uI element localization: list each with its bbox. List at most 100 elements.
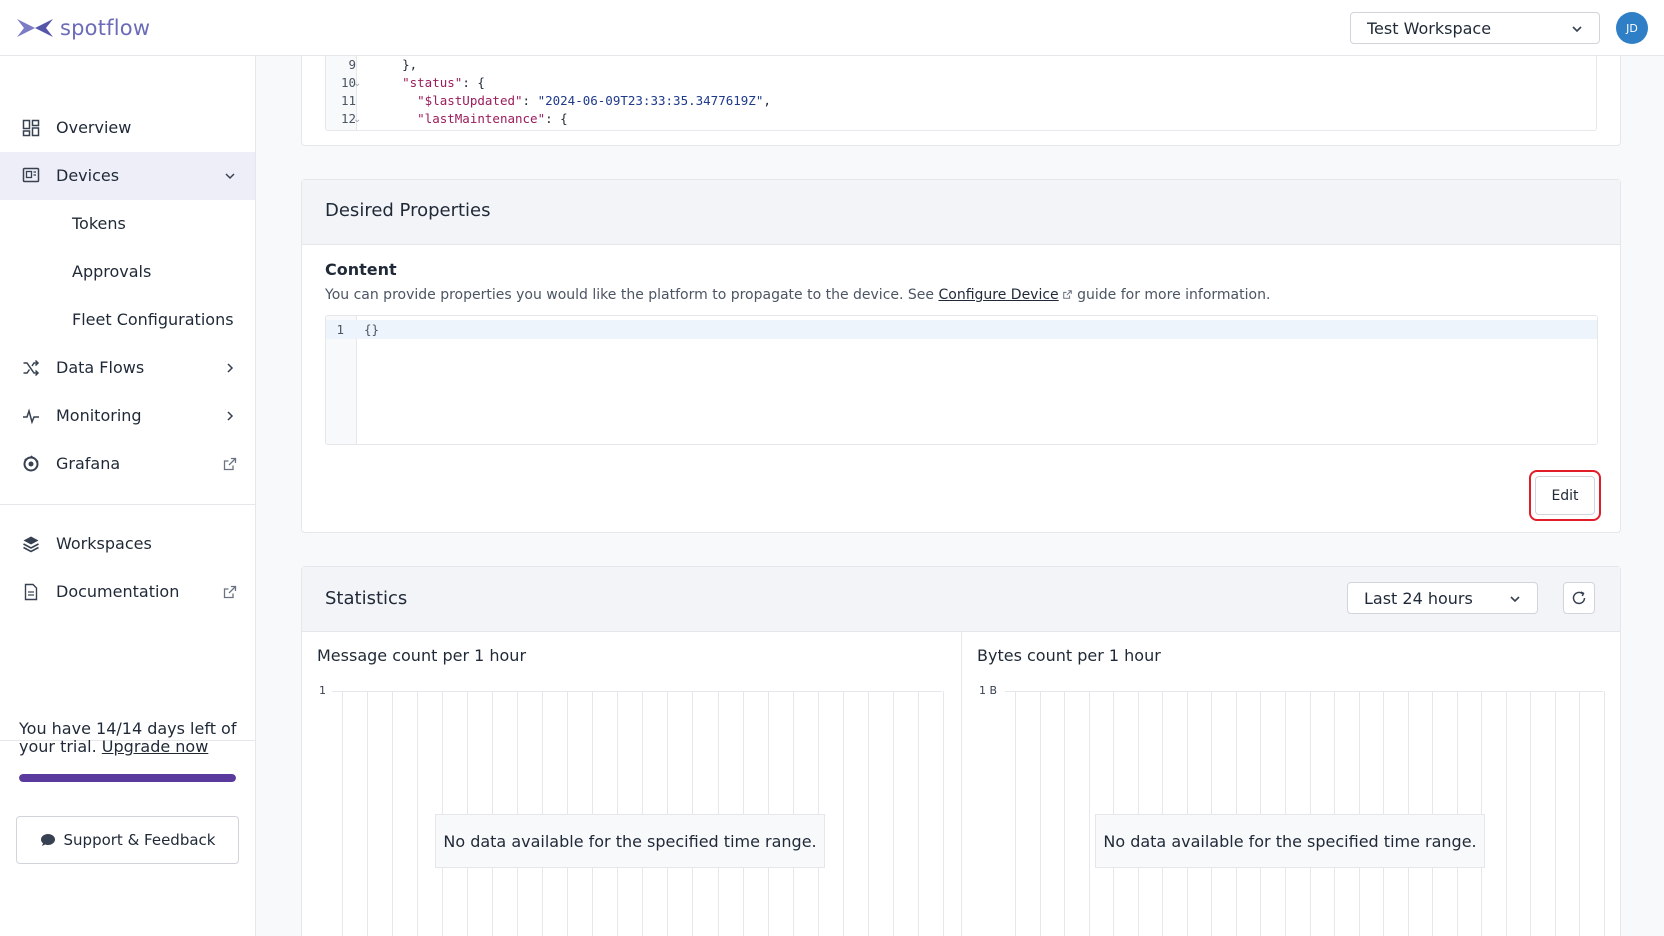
statistics-card: Statistics [301, 566, 1621, 936]
layers-icon [23, 536, 39, 553]
chat-bubble-icon [40, 834, 55, 846]
sidebar-subitem-approvals[interactable]: Approvals [72, 262, 151, 281]
no-data-message: No data available for the specified time… [435, 814, 825, 868]
code-line: }, [372, 57, 418, 72]
chart-gridline-horizontal [332, 691, 942, 692]
chart-gridline-vertical [392, 691, 394, 936]
chart-title-message-count: Message count per 1 hour [317, 646, 527, 665]
chevron-down-icon [1572, 26, 1582, 33]
spotflow-logo-icon [17, 19, 53, 37]
line-number: 9 [348, 57, 356, 72]
sidebar: Overview Devices Tokens Approvals Fleet … [0, 56, 256, 936]
shuffle-icon [23, 359, 40, 377]
line-number: 10 [340, 75, 356, 90]
sidebar-item-devices[interactable]: Devices [0, 152, 255, 200]
grafana-icon [23, 455, 39, 472]
chart-gridline-vertical [942, 691, 944, 936]
refresh-icon [1572, 591, 1586, 605]
sidebar-subitem-tokens[interactable]: Tokens [72, 214, 126, 233]
external-link-icon [223, 585, 237, 599]
chart-gridline-vertical [1505, 691, 1507, 936]
chart-gridline-vertical [1039, 691, 1041, 936]
upgrade-link[interactable]: Upgrade now [102, 737, 209, 756]
sidebar-item-workspaces[interactable]: Workspaces [0, 520, 255, 568]
chart-title-bytes-count: Bytes count per 1 hour [977, 646, 1161, 665]
help-text: You can provide properties you would lik… [325, 287, 1270, 303]
spotflow-logo[interactable]: spotflow [16, 14, 150, 42]
chevron-down-icon [1510, 596, 1520, 603]
external-link-icon [223, 457, 237, 471]
sidebar-item-data-flows[interactable]: Data Flows [0, 344, 255, 392]
configure-device-link[interactable]: Configure Device [938, 287, 1058, 303]
desired-code-editor[interactable]: 1 {} [325, 315, 1598, 445]
sidebar-item-overview[interactable]: Overview [0, 104, 255, 152]
chart-gridline-vertical [1554, 691, 1556, 936]
document-icon [24, 583, 38, 601]
statistics-title: Statistics [325, 588, 408, 609]
help-text-after: guide for more information. [1072, 287, 1271, 303]
sidebar-subitem-fleet-configurations[interactable]: Fleet Configurations [72, 310, 234, 329]
chart-gridline-vertical [1579, 691, 1581, 936]
code-line: "lastMaintenance": { [417, 111, 568, 126]
chart-gridline-vertical [1604, 691, 1606, 936]
sidebar-item-label: Documentation [56, 582, 180, 601]
support-label: Support & Feedback [63, 831, 216, 849]
chart-gridline-vertical [917, 691, 919, 936]
time-range-select[interactable]: Last 24 hours [1347, 582, 1538, 614]
sidebar-item-label: Data Flows [56, 358, 145, 377]
sidebar-item-label: Workspaces [56, 534, 152, 553]
sidebar-item-label: Grafana [56, 454, 121, 473]
edit-button[interactable]: Edit [1535, 476, 1595, 515]
trial-notice: You have 14/14 days left of your trial. … [19, 720, 244, 756]
line-number: 11 [340, 93, 356, 108]
line-number: 12 [340, 111, 356, 126]
active-line-highlight [326, 320, 1597, 339]
chart-divider [961, 632, 962, 936]
code-line: {} [364, 322, 380, 337]
sidebar-item-label: Overview [56, 118, 132, 137]
code-line: "status": { [402, 75, 485, 90]
trial-progress-fill [19, 774, 236, 782]
chart-gridline-vertical [1530, 691, 1532, 936]
chart-gridline-vertical [1088, 691, 1090, 936]
code-line: "$lastUpdated": "2024-06-09T23:33:35.347… [417, 93, 771, 108]
chart-gridline-vertical [417, 691, 419, 936]
card-header: Desired Properties [302, 180, 1620, 245]
pulse-icon [23, 408, 39, 425]
chart-gridline-vertical [1064, 691, 1066, 936]
chevron-right-icon [227, 363, 234, 373]
y-tick-label: 1 B [979, 684, 998, 697]
chevron-right-icon [227, 411, 234, 421]
logo-text: spotflow [60, 16, 151, 40]
workspace-select-value: Test Workspace [1367, 18, 1492, 38]
sidebar-item-documentation[interactable]: Documentation [0, 568, 255, 616]
trial-progress-bar [19, 774, 236, 782]
chevron-down-icon [225, 173, 235, 180]
fold-icon[interactable]: ⌄ [353, 78, 361, 89]
sidebar-divider [0, 504, 255, 505]
line-number: 1 [336, 322, 344, 337]
chart-gridline-vertical [342, 691, 343, 936]
sidebar-item-monitoring[interactable]: Monitoring [0, 392, 255, 440]
chart-gridline-horizontal [1005, 691, 1603, 692]
chart-gridline-vertical [367, 691, 369, 936]
refresh-button[interactable] [1563, 582, 1595, 614]
sidebar-item-label: Monitoring [56, 406, 142, 425]
top-bar: spotflow Test Workspace JD [0, 0, 1664, 56]
content-label: Content [325, 260, 397, 279]
chart-gridline-vertical [842, 691, 844, 936]
sidebar-item-grafana[interactable]: Grafana [0, 440, 255, 488]
avatar[interactable]: JD [1616, 12, 1648, 44]
chart-gridline-vertical [892, 691, 894, 936]
help-text-before: You can provide properties you would lik… [325, 287, 939, 303]
workspace-select[interactable]: Test Workspace [1350, 12, 1600, 44]
desired-properties-card: Desired Properties Content You can provi… [301, 179, 1621, 533]
external-link-icon [1062, 290, 1072, 299]
chart-gridline-vertical [1015, 691, 1016, 936]
fold-icon[interactable]: ⌄ [353, 114, 361, 125]
sidebar-item-label: Devices [56, 166, 120, 185]
chart-gridline-vertical [867, 691, 869, 936]
desired-properties-title: Desired Properties [325, 200, 491, 221]
support-feedback-button[interactable]: Support & Feedback [16, 816, 239, 864]
y-tick-label: 1 [319, 684, 326, 697]
